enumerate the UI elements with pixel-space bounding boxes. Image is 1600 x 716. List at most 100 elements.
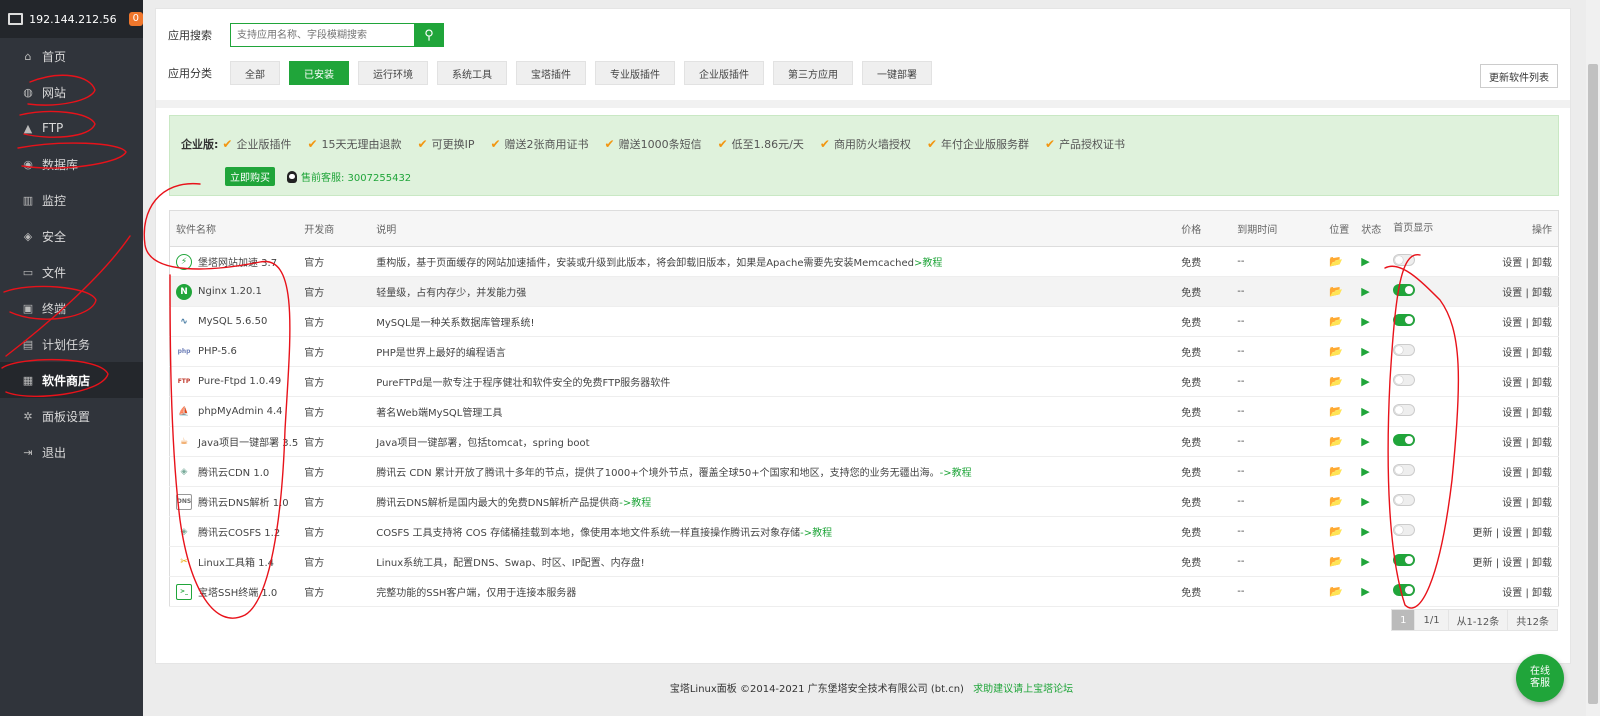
sidebar-item-11[interactable]: ⇥ 退出 [0,434,143,470]
homepage-display-toggle[interactable] [1393,374,1416,386]
folder-icon[interactable]: 📂 [1329,255,1343,268]
folder-icon[interactable]: 📂 [1329,285,1343,298]
homepage-display-toggle[interactable] [1393,434,1416,446]
sidebar-item-5[interactable]: ◈ 安全 [0,218,143,254]
row-actions[interactable]: 设置 | 卸载 [1502,438,1552,449]
sidebar-item-1[interactable]: ◍ 网站 [0,74,143,110]
sidebar-item-8[interactable]: ▤ 计划任务 [0,326,143,362]
online-service-button[interactable]: 在线客服 [1516,654,1564,702]
play-icon[interactable]: ▶ [1361,285,1369,298]
tutorial-link[interactable]: ->教程 [619,498,651,509]
row-actions[interactable]: 设置 | 卸载 [1502,408,1552,419]
sidebar-item-6[interactable]: ▭ 文件 [0,254,143,290]
software-name[interactable]: Pure-Ftpd 1.0.49 [198,376,281,387]
folder-icon[interactable]: 📂 [1329,495,1343,508]
tutorial-link[interactable]: ->教程 [940,468,972,479]
folder-icon[interactable]: 📂 [1329,435,1343,448]
category-button[interactable]: 一键部署 [862,61,932,85]
software-name[interactable]: 宝塔SSH终端 1.0 [198,584,277,599]
software-name[interactable]: phpMyAdmin 4.4 [198,406,283,417]
software-name[interactable]: 腾讯云DNS解析 1.0 [198,494,289,509]
software-name[interactable]: Java项目一键部署 3.5 [198,434,298,449]
software-name[interactable]: Nginx 1.20.1 [198,286,262,297]
category-button[interactable]: 系统工具 [437,61,507,85]
software-name[interactable]: 堡塔网站加速 3.7 [198,254,277,269]
category-button[interactable]: 宝塔插件 [516,61,586,85]
homepage-display-toggle[interactable] [1393,464,1416,476]
forum-link[interactable]: 求助建议请上宝塔论坛 [973,684,1073,695]
software-name[interactable]: MySQL 5.6.50 [198,316,267,327]
homepage-display-toggle[interactable] [1393,314,1416,326]
folder-icon[interactable]: 📂 [1329,345,1343,358]
folder-icon[interactable]: 📂 [1329,525,1343,538]
software-name[interactable]: 腾讯云CDN 1.0 [198,464,269,479]
folder-icon[interactable]: 📂 [1329,375,1343,388]
sidebar-item-10[interactable]: ✲ 面板设置 [0,398,143,434]
row-actions[interactable]: 设置 | 卸载 [1502,588,1552,599]
scrollbar[interactable] [1586,0,1600,716]
play-icon[interactable]: ▶ [1361,345,1369,358]
developer: 官方 [304,468,325,479]
software-name[interactable]: PHP-5.6 [198,346,237,357]
scrollbar-thumb[interactable] [1588,64,1598,704]
folder-icon[interactable]: 📂 [1329,315,1343,328]
software-name[interactable]: Linux工具箱 1.4 [198,554,274,569]
play-icon[interactable]: ▶ [1361,315,1369,328]
homepage-display-toggle[interactable] [1393,284,1416,296]
page-count: 1/1 [1414,609,1449,631]
tutorial-link[interactable]: >教程 [914,258,942,269]
folder-icon[interactable]: 📂 [1329,405,1343,418]
play-icon[interactable]: ▶ [1361,465,1369,478]
sidebar-item-3[interactable]: ◉ 数据库 [0,146,143,182]
search-input[interactable] [230,23,414,47]
sidebar-item-0[interactable]: ⌂ 首页 [0,38,143,74]
enterprise-feature-text: 赠送2张商用证书 [504,138,589,151]
row-actions[interactable]: 设置 | 卸载 [1502,288,1552,299]
play-icon[interactable]: ▶ [1361,255,1369,268]
homepage-display-toggle[interactable] [1393,494,1416,506]
tutorial-link[interactable]: ->教程 [800,528,832,539]
homepage-display-toggle[interactable] [1393,404,1416,416]
row-actions[interactable]: 更新 | 设置 | 卸载 [1473,558,1552,569]
homepage-display-toggle[interactable] [1393,524,1416,536]
play-icon[interactable]: ▶ [1361,585,1369,598]
sidebar-item-9[interactable]: ▦ 软件商店 [0,362,143,398]
row-actions[interactable]: 设置 | 卸载 [1502,318,1552,329]
row-actions[interactable]: 设置 | 卸载 [1502,348,1552,359]
price: 免费 [1181,378,1202,389]
sidebar-item-4[interactable]: ▥ 监控 [0,182,143,218]
category-button[interactable]: 专业版插件 [595,61,675,85]
category-button[interactable]: 运行环境 [358,61,428,85]
category-button[interactable]: 第三方应用 [773,61,853,85]
page-current[interactable]: 1 [1391,609,1416,631]
buy-now-button[interactable]: 立即购买 [225,167,275,186]
row-actions[interactable]: 设置 | 卸载 [1502,468,1552,479]
folder-icon[interactable]: 📂 [1329,585,1343,598]
category-button[interactable]: 企业版插件 [684,61,764,85]
row-actions[interactable]: 设置 | 卸载 [1502,378,1552,389]
search-button[interactable]: ⚲ [414,23,444,47]
folder-icon[interactable]: 📂 [1329,555,1343,568]
homepage-display-toggle[interactable] [1393,584,1416,596]
row-actions[interactable]: 设置 | 卸载 [1502,258,1552,269]
notification-badge[interactable]: 0 [128,12,143,26]
category-button[interactable]: 已安装 [289,61,349,85]
sidebar-item-2[interactable]: ▲ FTP [0,110,143,146]
homepage-display-toggle[interactable] [1393,344,1416,356]
row-actions[interactable]: 更新 | 设置 | 卸载 [1473,528,1552,539]
sidebar-item-7[interactable]: ▣ 终端 [0,290,143,326]
folder-icon[interactable]: 📂 [1329,465,1343,478]
category-button[interactable]: 全部 [230,61,280,85]
play-icon[interactable]: ▶ [1361,525,1369,538]
play-icon[interactable]: ▶ [1361,375,1369,388]
play-icon[interactable]: ▶ [1361,405,1369,418]
play-icon[interactable]: ▶ [1361,495,1369,508]
row-actions[interactable]: 设置 | 卸载 [1502,498,1552,509]
homepage-display-toggle[interactable] [1393,254,1416,266]
homepage-display-toggle[interactable] [1393,554,1416,566]
software-name[interactable]: 腾讯云COSFS 1.2 [198,524,280,539]
play-icon[interactable]: ▶ [1361,555,1369,568]
update-software-list-button[interactable]: 更新软件列表 [1480,64,1558,88]
play-icon[interactable]: ▶ [1361,435,1369,448]
presale-service[interactable]: 售前客服: 3007255432 [287,169,411,184]
